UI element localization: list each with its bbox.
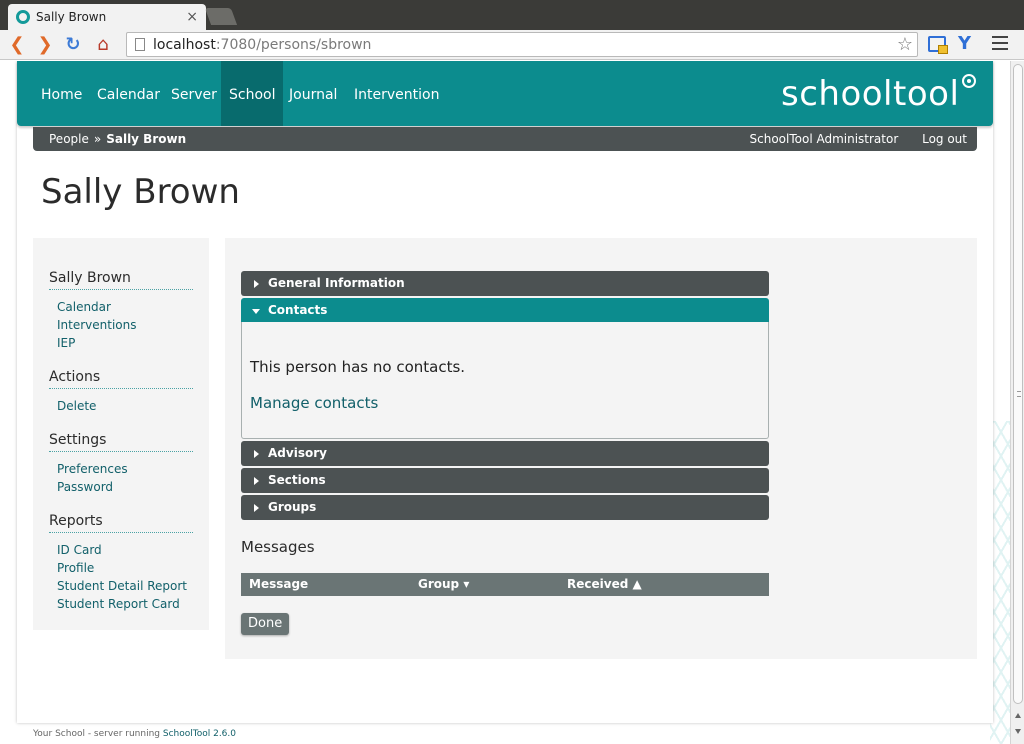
accordion-sections[interactable]: Sections <box>241 468 769 493</box>
sidebar: Sally Brown Calendar Interventions IEP A… <box>33 238 209 630</box>
address-bar[interactable]: localhost:7080/persons/sbrown ☆ <box>126 32 918 57</box>
breadcrumb-people-link[interactable]: People <box>49 132 89 146</box>
sidebar-link-preferences[interactable]: Preferences <box>57 460 193 478</box>
footer-text: Your School - server running <box>33 729 163 739</box>
sidebar-section-reports: Reports ID Card Profile Student Detail R… <box>49 513 193 613</box>
nav-server[interactable]: Server <box>163 61 225 126</box>
sidebar-link-password[interactable]: Password <box>57 478 193 496</box>
sidebar-link-interventions[interactable]: Interventions <box>57 316 193 334</box>
url-path: :7080/persons/sbrown <box>215 36 372 53</box>
nav-home[interactable]: Home <box>33 61 90 126</box>
breadcrumb-bar: People » Sally Brown SchoolTool Administra… <box>33 127 977 151</box>
breadcrumb-separator: » <box>93 132 102 146</box>
nav-intervention[interactable]: Intervention <box>346 61 447 126</box>
column-received[interactable]: Received ▲ <box>567 573 642 596</box>
vertical-scrollbar[interactable] <box>1010 61 1024 744</box>
sidebar-section-person: Sally Brown Calendar Interventions IEP <box>49 270 193 352</box>
top-nav: Home Calendar Server School Journal Inte… <box>17 61 993 126</box>
caret-right-icon <box>254 504 259 512</box>
browser-tabstrip: Sally Brown × <box>0 0 1024 30</box>
breadcrumb-current: Sally Brown <box>106 132 187 146</box>
breadcrumb: People » Sally Brown <box>49 127 186 151</box>
bookmark-star-icon[interactable]: ☆ <box>897 34 913 55</box>
no-contacts-text: This person has no contacts. <box>250 358 466 376</box>
nav-calendar[interactable]: Calendar <box>89 61 168 126</box>
accordion-contacts[interactable]: Contacts <box>241 298 769 322</box>
accordion-label: Sections <box>268 473 326 487</box>
forward-arrow-icon[interactable]: ❯ <box>34 34 56 56</box>
brand-mark-icon <box>962 74 976 88</box>
back-arrow-icon[interactable]: ❮ <box>6 34 28 56</box>
accordion-label: Contacts <box>268 303 328 317</box>
nav-journal[interactable]: Journal <box>281 61 345 126</box>
tab-close-icon[interactable]: × <box>186 9 198 25</box>
caret-right-icon <box>254 477 259 485</box>
page-icon <box>135 38 145 51</box>
scrollbar-thumb[interactable] <box>1013 64 1023 704</box>
caret-down-icon <box>252 309 260 314</box>
main-content: General Information Contacts This person… <box>225 238 977 659</box>
sidebar-link-student-detail-report[interactable]: Student Detail Report <box>57 577 193 595</box>
footer: Your School - server running SchoolTool … <box>33 729 236 739</box>
caret-right-icon <box>254 280 259 288</box>
reload-icon[interactable]: ↻ <box>62 34 84 56</box>
messages-heading: Messages <box>241 538 315 556</box>
browser-tab-active[interactable]: Sally Brown × <box>8 4 206 30</box>
page-viewport: Home Calendar Server School Journal Inte… <box>0 61 1024 744</box>
manage-contacts-link[interactable]: Manage contacts <box>250 394 378 412</box>
sidebar-section-settings: Settings Preferences Password <box>49 432 193 496</box>
footer-schooltool-link[interactable]: SchoolTool 2.6.0 <box>163 729 236 739</box>
column-group[interactable]: Group ▾ <box>418 573 469 596</box>
hex-pattern-decoration <box>990 421 1012 744</box>
accordion-advisory[interactable]: Advisory <box>241 441 769 466</box>
scroll-down-arrow-icon[interactable] <box>1015 729 1021 734</box>
home-icon[interactable]: ⌂ <box>92 34 114 56</box>
user-name-link[interactable]: SchoolTool Administrator <box>750 132 899 146</box>
sidebar-link-student-report-card[interactable]: Student Report Card <box>57 595 193 613</box>
sidebar-heading: Settings <box>49 432 193 452</box>
sidebar-section-actions: Actions Delete <box>49 369 193 415</box>
column-message[interactable]: Message <box>249 573 308 596</box>
sidebar-link-profile[interactable]: Profile <box>57 559 193 577</box>
sidebar-link-calendar[interactable]: Calendar <box>57 298 193 316</box>
logout-link[interactable]: Log out <box>922 132 967 146</box>
sidebar-heading: Actions <box>49 369 193 389</box>
cast-extension-icon[interactable] <box>928 36 948 54</box>
sidebar-heading: Sally Brown <box>49 270 193 290</box>
accordion-label: Groups <box>268 500 317 514</box>
tab-title: Sally Brown <box>36 10 107 24</box>
messages-table-header: Message Group ▾ Received ▲ <box>241 573 769 596</box>
filter-extension-icon[interactable]: Y <box>958 33 971 54</box>
schooltool-favicon-icon <box>16 10 30 24</box>
caret-right-icon <box>254 450 259 458</box>
sidebar-heading: Reports <box>49 513 193 533</box>
url-host: localhost <box>153 36 216 53</box>
nav-school[interactable]: School <box>221 61 284 126</box>
scrollbar-grip-icon <box>1017 391 1021 397</box>
browser-menu-icon[interactable] <box>992 36 1008 50</box>
user-menu: SchoolTool Administrator Log out <box>730 127 968 151</box>
contacts-panel: This person has no contacts. Manage cont… <box>241 322 769 439</box>
done-button[interactable]: Done <box>241 613 290 635</box>
brand-logo[interactable]: schooltool <box>781 69 959 119</box>
page-container: Home Calendar Server School Journal Inte… <box>17 61 993 723</box>
scroll-up-arrow-icon[interactable] <box>1015 713 1021 718</box>
sidebar-link-delete[interactable]: Delete <box>57 397 193 415</box>
accordion-general-information[interactable]: General Information <box>241 271 769 296</box>
sidebar-link-iep[interactable]: IEP <box>57 334 193 352</box>
accordion-label: General Information <box>268 276 405 290</box>
new-tab-button[interactable] <box>204 8 238 25</box>
page-title: Sally Brown <box>41 172 240 212</box>
sidebar-link-id-card[interactable]: ID Card <box>57 541 193 559</box>
accordion-groups[interactable]: Groups <box>241 495 769 520</box>
accordion-label: Advisory <box>268 446 327 460</box>
